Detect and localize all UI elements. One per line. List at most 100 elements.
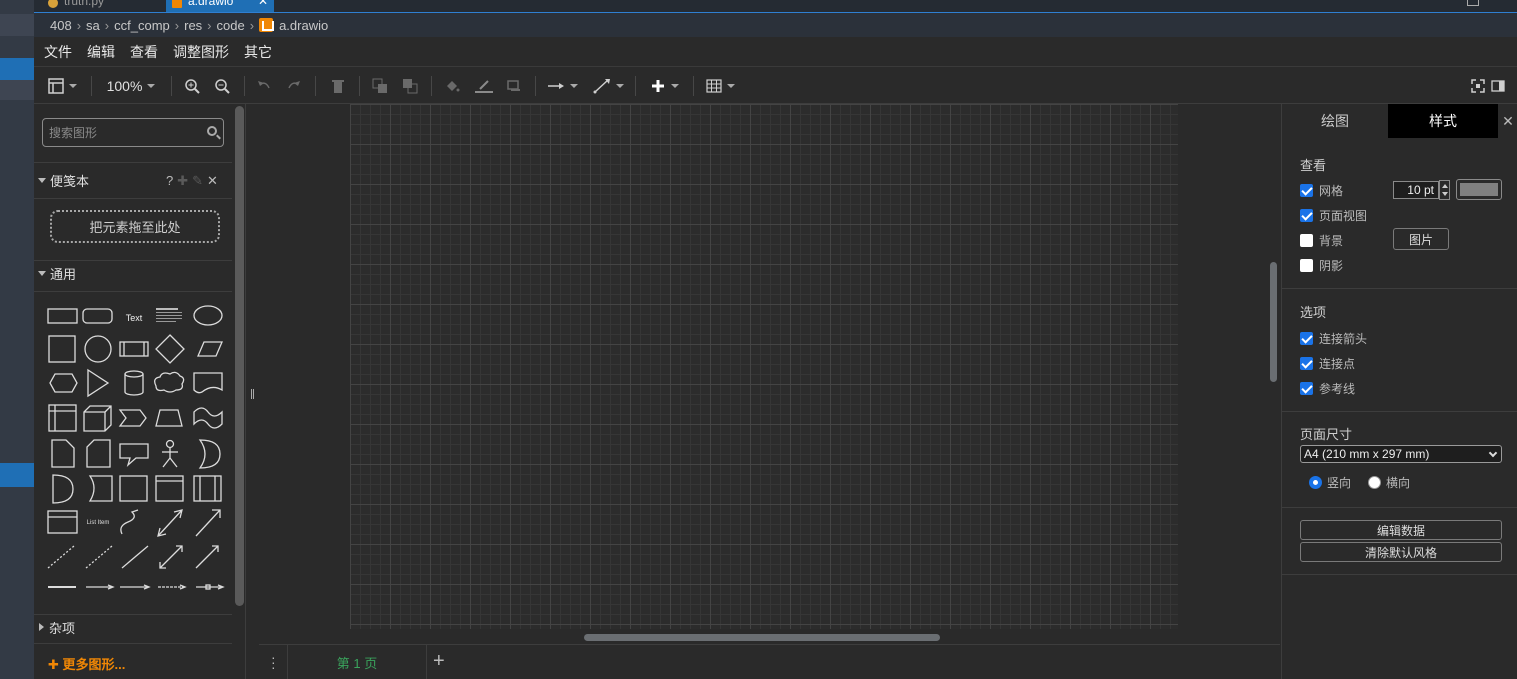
help-icon[interactable]: ? <box>166 173 173 189</box>
checkbox-checked[interactable] <box>1300 184 1313 197</box>
background-checkbox[interactable]: 背景 <box>1300 232 1343 249</box>
shadow-checkbox[interactable]: 阴影 <box>1300 257 1343 274</box>
edit-data-button[interactable]: 编辑数据 <box>1300 520 1502 540</box>
connection-arrows-checkbox[interactable]: 连接箭头 <box>1300 330 1367 347</box>
page-view-checkbox[interactable]: 页面视图 <box>1300 207 1367 224</box>
edit-icon[interactable]: ✎ <box>192 173 203 189</box>
card-shape[interactable] <box>86 439 111 468</box>
connection-style-button[interactable] <box>544 75 580 97</box>
text-shape[interactable]: Text <box>126 313 143 323</box>
breadcrumb-item-file[interactable]: a.drawio <box>259 18 328 33</box>
more-shapes-link[interactable]: ✚ 更多图形... <box>48 654 125 673</box>
frame-shape[interactable] <box>119 475 148 502</box>
triangle-shape[interactable] <box>87 368 110 398</box>
vertical-scrollbar[interactable] <box>1270 262 1277 382</box>
grid-checkbox[interactable]: 网格 <box>1300 182 1343 199</box>
clear-default-style-button[interactable]: 清除默认风格 <box>1300 542 1502 562</box>
connection-points-checkbox[interactable]: 连接点 <box>1300 355 1355 372</box>
rounded-rectangle-shape[interactable] <box>82 308 113 324</box>
zoom-out-button[interactable] <box>212 75 232 97</box>
sidebar-block-selected[interactable] <box>0 463 34 487</box>
menu-arrange[interactable]: 调整图形 <box>173 42 229 62</box>
checkbox-checked[interactable] <box>1300 332 1313 345</box>
waypoints-button[interactable] <box>590 75 626 97</box>
or-shape[interactable] <box>198 439 221 469</box>
insert-button[interactable] <box>646 75 682 97</box>
shapes-scrollbar[interactable] <box>235 106 244 606</box>
page-grid[interactable] <box>350 104 1178 629</box>
drag-handle-icon[interactable] <box>251 389 254 399</box>
checkbox-checked[interactable] <box>1300 209 1313 222</box>
menu-edit[interactable]: 编辑 <box>87 42 115 62</box>
grid-size-stepper[interactable] <box>1439 180 1450 200</box>
square-shape[interactable] <box>48 335 76 363</box>
menu-view[interactable]: 查看 <box>130 42 158 62</box>
curve-shape[interactable] <box>120 509 139 535</box>
panel-splitter[interactable] <box>246 104 259 679</box>
sidebar-block[interactable] <box>0 14 34 36</box>
guides-checkbox[interactable]: 参考线 <box>1300 380 1355 397</box>
portrait-radio[interactable]: 竖向 <box>1309 474 1351 491</box>
ellipse-shape[interactable] <box>193 305 223 326</box>
landscape-radio[interactable]: 横向 <box>1368 474 1410 491</box>
radio-selected[interactable] <box>1309 476 1322 489</box>
fullscreen-button[interactable] <box>1470 75 1486 97</box>
scratchpad-dropzone[interactable]: 把元素拖至此处 <box>50 210 220 243</box>
circle-shape[interactable] <box>84 335 112 363</box>
cloud-shape[interactable] <box>154 371 185 393</box>
fill-color-button[interactable] <box>442 75 462 97</box>
tab-diagram[interactable]: 绘图 <box>1282 104 1388 138</box>
container-shape[interactable] <box>48 404 77 432</box>
document-shape[interactable] <box>193 372 223 394</box>
breadcrumb-item[interactable]: ccf_comp <box>114 18 170 33</box>
parallelogram-shape[interactable] <box>197 341 223 357</box>
shadow-button[interactable] <box>504 75 524 97</box>
undo-button[interactable] <box>254 75 274 97</box>
sidebar-block[interactable] <box>0 80 34 100</box>
to-back-button[interactable] <box>400 75 420 97</box>
list-item-shape[interactable]: List Item <box>87 520 110 526</box>
grid-size-input[interactable]: 10 pt <box>1393 181 1439 199</box>
add-page-icon[interactable]: + <box>433 650 445 673</box>
actor-shape[interactable] <box>169 457 178 468</box>
pages-menu-icon[interactable]: · · · <box>271 650 276 674</box>
rectangle-shape[interactable] <box>47 308 78 324</box>
delay-shape[interactable] <box>52 474 74 504</box>
editor-tab-truth[interactable]: truth.py <box>42 0 162 12</box>
misc-shapes-header[interactable]: 杂项 <box>38 618 75 636</box>
split-editor-icon[interactable] <box>1467 0 1479 6</box>
checkbox-checked[interactable] <box>1300 357 1313 370</box>
diamond-shape[interactable] <box>155 334 185 364</box>
scratchpad-header[interactable]: 便笺本 <box>38 171 89 189</box>
close-tab-icon[interactable]: ✕ <box>258 0 268 8</box>
breadcrumb-item[interactable]: sa <box>86 18 100 33</box>
textbox-shape[interactable] <box>156 308 182 322</box>
delete-button[interactable] <box>328 75 348 97</box>
to-front-button[interactable] <box>370 75 390 97</box>
grid-color-button[interactable] <box>1456 179 1502 200</box>
menu-file[interactable]: 文件 <box>44 42 72 62</box>
checkbox-unchecked[interactable] <box>1300 234 1313 247</box>
general-shapes-header[interactable]: 通用 <box>38 264 76 282</box>
tape-shape[interactable] <box>193 407 223 429</box>
note-shape[interactable] <box>51 439 75 468</box>
step-shape[interactable] <box>118 409 147 427</box>
shape-search-box[interactable] <box>42 118 224 147</box>
line-color-button[interactable] <box>472 75 496 97</box>
breadcrumb-item[interactable]: 408 <box>50 18 72 33</box>
trapezoid-shape[interactable] <box>155 409 183 427</box>
background-image-button[interactable]: 图片 <box>1393 228 1449 250</box>
close-panel-icon[interactable]: ✕ <box>1498 104 1517 138</box>
cube-shape[interactable] <box>83 405 112 432</box>
close-icon[interactable]: ✕ <box>207 173 218 189</box>
horizontal-scrollbar[interactable] <box>584 634 940 641</box>
sidebar-block-selected[interactable] <box>0 58 34 80</box>
table-button[interactable] <box>702 75 738 97</box>
checkbox-checked[interactable] <box>1300 382 1313 395</box>
redo-button[interactable] <box>284 75 304 97</box>
diagram-canvas[interactable] <box>259 104 1280 644</box>
paper-size-select[interactable]: A4 (210 mm x 297 mm) <box>1300 445 1502 463</box>
menu-extras[interactable]: 其它 <box>244 42 272 62</box>
data-storage-shape[interactable] <box>88 475 113 502</box>
tab-style[interactable]: 样式 <box>1388 104 1498 138</box>
